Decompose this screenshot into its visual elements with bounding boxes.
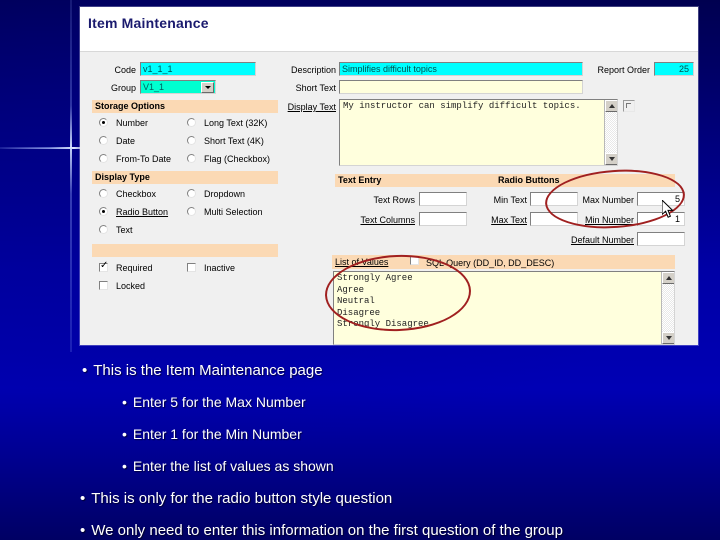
report-order-label: Report Order — [597, 65, 650, 75]
display-type-header: Display Type — [92, 171, 278, 184]
group-dropdown[interactable]: V1_1 — [140, 80, 216, 94]
display-type-multi-selection-radio[interactable] — [187, 207, 196, 216]
display-type-dropdown-radio[interactable] — [187, 189, 196, 198]
bullet-dot-icon: • — [82, 362, 88, 379]
required-checkbox[interactable] — [99, 260, 108, 272]
bullet-dot-icon: • — [122, 394, 127, 410]
min-text-label: Min Text — [493, 195, 527, 205]
scroll-down-icon[interactable] — [605, 153, 617, 165]
scroll-down-icon[interactable] — [662, 332, 674, 344]
default-number-label: Default Number — [570, 235, 634, 245]
decorative-horizontal-line-glow — [0, 148, 72, 149]
display-text-value: My instructor can simplify difficult top… — [343, 101, 581, 111]
bullet-dot-icon: • — [80, 522, 86, 539]
storage-option-flag-label: Flag (Checkbox) — [204, 154, 271, 164]
report-order-input[interactable]: 25 — [654, 62, 694, 76]
min-number-input[interactable]: 1 — [637, 212, 685, 226]
storage-option-from-to-date-radio[interactable] — [99, 154, 108, 163]
bullet-item-1: • This is the Item Maintenance page — [82, 362, 323, 379]
scroll-up-icon[interactable] — [605, 100, 617, 112]
bullet-item-5: • This is only for the radio button style… — [80, 490, 393, 507]
chevron-down-icon[interactable] — [201, 82, 214, 93]
text-columns-label: Text Columns — [360, 215, 415, 225]
bullet-item-6: • We only need to enter this information … — [80, 522, 563, 539]
display-type-radio-button-label[interactable]: Radio Button — [116, 207, 168, 218]
display-text-textarea[interactable]: My instructor can simplify difficult top… — [339, 99, 618, 166]
storage-option-short-text-label: Short Text (4K) — [204, 136, 264, 146]
item-maintenance-screenshot: Item Maintenance Code v1_1_1 Group V1_1 … — [80, 7, 698, 345]
bullet-dot-icon: • — [122, 426, 127, 442]
display-type-text-radio[interactable] — [99, 225, 108, 234]
page-title: Item Maintenance — [88, 15, 209, 31]
storage-option-date-radio[interactable] — [99, 136, 108, 145]
display-type-checkbox-label: Checkbox — [116, 189, 157, 199]
default-number-input[interactable] — [637, 232, 685, 246]
locked-checkbox[interactable] — [99, 281, 108, 290]
storage-option-date-label: Date — [116, 136, 136, 146]
inactive-checkbox[interactable] — [187, 263, 196, 272]
list-of-values-label: List of Values — [335, 257, 389, 267]
storage-options-header: Storage Options — [92, 100, 278, 113]
storage-option-short-text-radio[interactable] — [187, 136, 196, 145]
text-entry-header: Text Entry — [335, 174, 495, 187]
bullet-item-4: • Enter the list of values as shown — [122, 458, 334, 474]
locked-label: Locked — [116, 281, 146, 291]
storage-option-from-to-date-label: From-To Date — [116, 154, 172, 164]
storage-option-number-label: Number — [116, 118, 149, 128]
display-text-scrollbar[interactable] — [604, 100, 617, 165]
min-number-label: Min Number — [584, 215, 634, 225]
max-text-label: Max Text — [491, 215, 527, 225]
bullet-item-2: • Enter 5 for the Max Number — [122, 394, 306, 410]
display-text-label: Display Text — [287, 102, 336, 112]
display-type-text-label: Text — [116, 225, 133, 235]
display-text-option-box[interactable] — [623, 100, 635, 112]
scroll-up-icon[interactable] — [662, 272, 674, 284]
storage-option-long-text-radio[interactable] — [187, 118, 196, 127]
code-label: Code — [114, 65, 136, 75]
list-of-values-scrollbar[interactable] — [661, 272, 674, 344]
display-type-checkbox-radio[interactable] — [99, 189, 108, 198]
radio-buttons-header: Radio Buttons — [495, 174, 675, 187]
short-text-input[interactable] — [339, 80, 583, 94]
code-input[interactable]: v1_1_1 — [140, 62, 256, 76]
max-number-input[interactable]: 5 — [637, 192, 685, 206]
description-label: Description — [290, 65, 336, 75]
bullet-dot-icon: • — [80, 490, 86, 507]
list-of-values-text: Strongly Agree Agree Neutral Disagree St… — [337, 273, 429, 329]
description-input[interactable]: Simplifies difficult topics — [339, 62, 583, 76]
required-label: Required — [116, 263, 153, 273]
text-columns-input[interactable] — [419, 212, 467, 226]
inactive-label: Inactive — [204, 263, 236, 273]
bullet-item-3: • Enter 1 for the Min Number — [122, 426, 302, 442]
text-rows-input[interactable] — [419, 192, 467, 206]
display-type-dropdown-label: Dropdown — [204, 189, 246, 199]
sql-query-label: SQL Query (DD_ID, DD_DESC) — [426, 258, 555, 268]
list-of-values-textarea[interactable]: Strongly Agree Agree Neutral Disagree St… — [333, 271, 675, 345]
form-area: Code v1_1_1 Group V1_1 Storage Options N… — [80, 51, 698, 345]
bullet-dot-icon: • — [122, 458, 127, 474]
storage-option-flag-radio[interactable] — [187, 154, 196, 163]
max-number-label: Max Number — [582, 195, 634, 205]
display-type-multi-selection-label: Multi Selection — [204, 207, 263, 217]
display-type-radio-button-radio[interactable] — [99, 207, 108, 216]
group-label: Group — [110, 83, 136, 93]
storage-option-number-radio[interactable] — [99, 118, 108, 127]
text-rows-label: Text Rows — [373, 195, 415, 205]
sql-query-checkbox[interactable] — [410, 256, 419, 265]
flags-section-header — [92, 244, 278, 257]
short-text-label: Short Text — [295, 83, 336, 93]
group-dropdown-value: V1_1 — [143, 82, 165, 92]
decorative-vertical-line — [70, 0, 72, 352]
mouse-cursor-icon — [662, 200, 674, 218]
storage-option-long-text-label: Long Text (32K) — [204, 118, 268, 128]
